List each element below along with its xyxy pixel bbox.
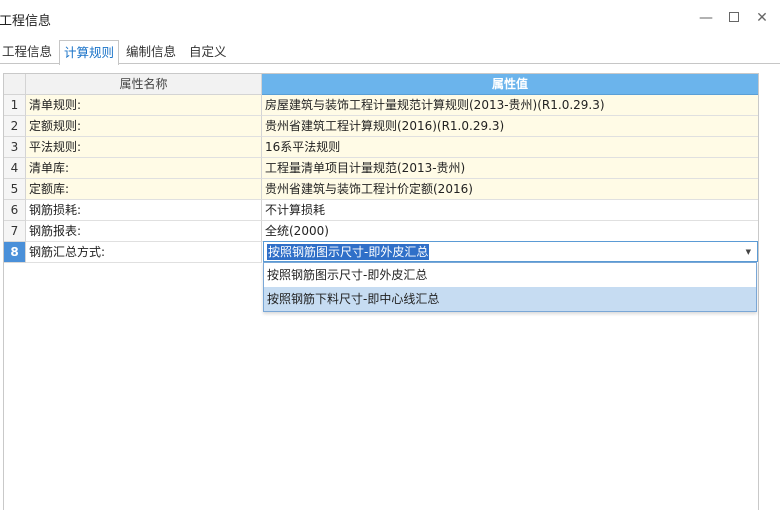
row-number: 4: [4, 158, 26, 179]
title-bar: 工程信息 — ✕: [0, 0, 780, 37]
row-number: 3: [4, 137, 26, 158]
tab-calculation-rules[interactable]: 计算规则: [59, 40, 120, 65]
property-value[interactable]: 房屋建筑与装饰工程计量规范计算规则(2013-贵州)(R1.0.29.3): [262, 95, 758, 116]
minimize-button[interactable]: —: [694, 8, 718, 28]
property-value[interactable]: 贵州省建筑工程计算规则(2016)(R1.0.29.3): [262, 116, 758, 137]
property-name: 清单规则:: [26, 95, 262, 116]
row-number: 1: [4, 95, 26, 116]
table-row[interactable]: 3 平法规则: 16系平法规则: [4, 137, 758, 158]
column-header-value[interactable]: 属性值: [262, 74, 758, 95]
minimize-icon: —: [699, 10, 713, 26]
property-value[interactable]: 不计算损耗: [262, 200, 758, 221]
table-row[interactable]: 7 钢筋报表: 全统(2000): [4, 221, 758, 242]
table-row[interactable]: 5 定额库: 贵州省建筑与装饰工程计价定额(2016): [4, 179, 758, 200]
table-row[interactable]: 4 清单库: 工程量清单项目计量规范(2013-贵州): [4, 158, 758, 179]
tab-compile-info[interactable]: 编制信息: [122, 42, 180, 64]
dropdown-option[interactable]: 按照钢筋图示尺寸-即外皮汇总: [264, 263, 756, 287]
combobox-selected-text[interactable]: 按照钢筋图示尺寸-即外皮汇总: [267, 244, 430, 260]
column-header-name[interactable]: 属性名称: [26, 74, 262, 95]
dropdown-list: 按照钢筋图示尺寸-即外皮汇总 按照钢筋下料尺寸-即中心线汇总: [263, 262, 757, 312]
row-number: 6: [4, 200, 26, 221]
row-number: 7: [4, 221, 26, 242]
maximize-icon: [729, 12, 739, 22]
maximize-button[interactable]: [722, 8, 746, 28]
table-row[interactable]: 1 清单规则: 房屋建筑与装饰工程计量规范计算规则(2013-贵州)(R1.0.…: [4, 95, 758, 116]
grid-corner: [4, 74, 26, 95]
property-value[interactable]: 工程量清单项目计量规范(2013-贵州): [262, 158, 758, 179]
table-row[interactable]: 2 定额规则: 贵州省建筑工程计算规则(2016)(R1.0.29.3): [4, 116, 758, 137]
grid-header: 属性名称 属性值: [4, 74, 758, 95]
property-name: 平法规则:: [26, 137, 262, 158]
property-name: 定额库:: [26, 179, 262, 200]
property-value[interactable]: 16系平法规则: [262, 137, 758, 158]
property-name: 定额规则:: [26, 116, 262, 137]
row-number: 8: [4, 242, 26, 263]
tab-bar: 工程信息 计算规则 编制信息 自定义: [0, 40, 780, 65]
tab-custom[interactable]: 自定义: [185, 42, 231, 64]
property-name: 清单库:: [26, 158, 262, 179]
rebar-summary-combobox[interactable]: 按照钢筋图示尺寸-即外皮汇总 ▼: [263, 241, 758, 262]
chevron-down-icon[interactable]: ▼: [746, 242, 751, 262]
row-number: 2: [4, 116, 26, 137]
close-icon: ✕: [756, 10, 768, 26]
dropdown-option-highlighted[interactable]: 按照钢筋下料尺寸-即中心线汇总: [264, 287, 756, 311]
property-value[interactable]: 贵州省建筑与装饰工程计价定额(2016): [262, 179, 758, 200]
property-name: 钢筋损耗:: [26, 200, 262, 221]
window-title: 工程信息: [0, 14, 52, 29]
tab-project-info[interactable]: 工程信息: [0, 42, 56, 64]
property-value[interactable]: 全统(2000): [262, 221, 758, 242]
property-name: 钢筋报表:: [26, 221, 262, 242]
row-number: 5: [4, 179, 26, 200]
close-button[interactable]: ✕: [750, 8, 774, 28]
table-row[interactable]: 6 钢筋损耗: 不计算损耗: [4, 200, 758, 221]
property-name: 钢筋汇总方式:: [26, 242, 262, 263]
